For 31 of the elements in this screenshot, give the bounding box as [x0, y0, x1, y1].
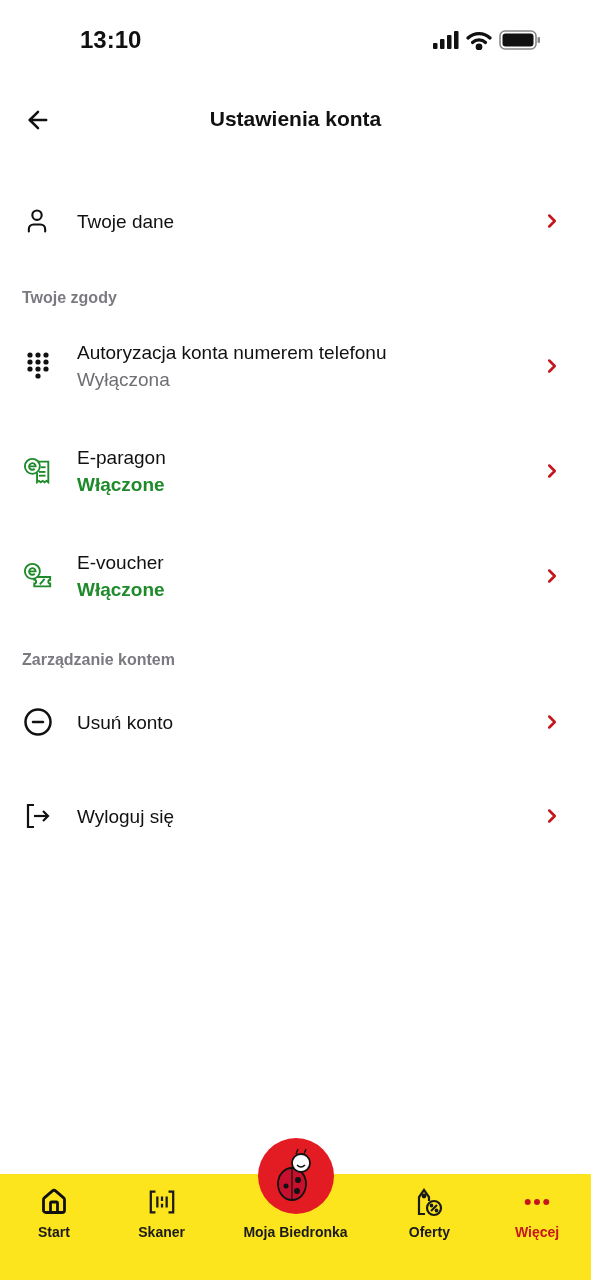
page-title: Ustawienia konta	[209, 106, 382, 133]
row-label: E-paragon	[77, 445, 167, 470]
signal-icon	[433, 31, 459, 49]
settings-row[interactable]: Wyloguj się	[0, 769, 591, 863]
minus-circle-icon	[23, 707, 53, 737]
battery-icon	[499, 30, 541, 50]
nav-tab[interactable]: Więcej	[483, 1188, 591, 1280]
row-label: Wyloguj się	[77, 804, 175, 829]
row-label: Autoryzacja konta numerem telefonu	[77, 340, 388, 365]
nav-tab[interactable]: Moja Biedronka	[243, 1222, 348, 1243]
section-heading: Twoje zgody	[22, 288, 117, 308]
nav-tab[interactable]: Start	[0, 1188, 108, 1280]
section-heading: Zarządzanie kontem	[22, 650, 175, 670]
wifi-icon	[466, 30, 492, 50]
row-status: Włączone	[77, 577, 166, 602]
row-label: Twoje dane	[77, 209, 176, 234]
settings-row[interactable]: E-voucher Włączone	[0, 523, 591, 628]
row-status: Włączone	[77, 472, 166, 497]
scanner-icon	[147, 1188, 176, 1216]
settings-row[interactable]: Autoryzacja konta numerem telefonu Wyłączona	[0, 313, 591, 418]
settings-row[interactable]: Usuń konto	[0, 675, 591, 769]
settings-row[interactable]: Twoje dane	[0, 176, 591, 266]
row-label: E-voucher	[77, 550, 165, 575]
home-icon	[39, 1188, 68, 1216]
more-icon	[524, 1198, 551, 1206]
nav-tab[interactable]: Oferty	[375, 1188, 484, 1280]
row-label: Usuń konto	[77, 710, 175, 735]
row-status: Wyłączona	[77, 367, 171, 392]
status-time: 13:10	[80, 25, 142, 55]
settings-row[interactable]: E-paragon Włączone	[0, 418, 591, 523]
nav-tab[interactable]: Skaner	[107, 1188, 216, 1280]
